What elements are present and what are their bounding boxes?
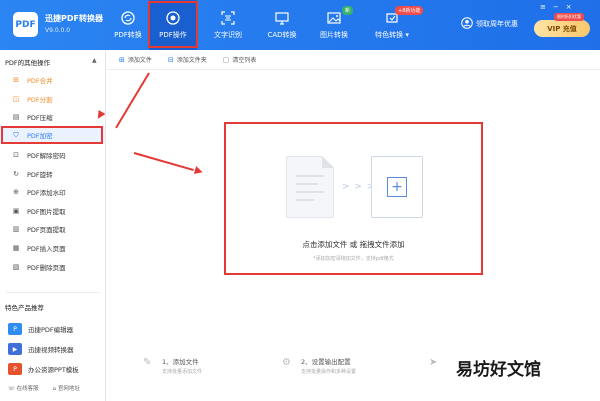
merge-icon: ⊞ bbox=[13, 76, 19, 84]
sidebar-item-pdf-image-extract[interactable]: ▣ PDF图片提取 bbox=[0, 203, 105, 219]
highlight-sidebar-box bbox=[1, 126, 103, 144]
pdf-editor-icon: P bbox=[8, 323, 22, 335]
watermark-icon: ⊕ bbox=[13, 188, 19, 196]
annotation-arrow-line bbox=[115, 72, 150, 129]
nav-ocr[interactable]: 文字识别 bbox=[207, 0, 249, 50]
delete-page-icon: ▧ bbox=[12, 263, 20, 271]
app-version: V9.0.0.0 bbox=[45, 27, 71, 34]
page-icon: ▥ bbox=[12, 225, 20, 233]
sidebar-item-pdf-rotate[interactable]: ↻ PDF旋转 bbox=[0, 166, 105, 182]
menu-icon[interactable]: ≡ bbox=[540, 3, 546, 11]
add-folder-button[interactable]: ⊟ 添加文件夹 bbox=[167, 55, 207, 65]
play-icon: ➤ bbox=[429, 357, 438, 368]
app-name: 迅捷PDF转换器 bbox=[45, 14, 103, 23]
add-target-icon: + bbox=[371, 156, 423, 218]
ppt-template-icon: P bbox=[8, 363, 22, 375]
sidebar-item-pdf-insert-page[interactable]: ▦ PDF插入页面 bbox=[0, 240, 105, 256]
add-folder-icon: ⊟ bbox=[167, 55, 174, 64]
step-output-settings: ⚙ 2、设置输出配置 支持批量操作和多种设置 bbox=[282, 357, 357, 375]
add-file-icon: ⊞ bbox=[119, 55, 125, 64]
compress-icon: ▤ bbox=[12, 113, 20, 121]
drop-zone-title: 点击添加文件 或 拖拽文件添加 bbox=[302, 240, 405, 249]
sidebar-item-pdf-compress[interactable]: ▤ PDF压缩 bbox=[0, 109, 105, 125]
vip-discount-tag: 限时折扣优惠 bbox=[554, 13, 584, 21]
nav-new-badge: 新 bbox=[342, 6, 354, 15]
document-icon bbox=[286, 156, 334, 218]
official-site-link[interactable]: ⌂ 官网地址 bbox=[53, 384, 80, 392]
rotate-icon: ↻ bbox=[13, 170, 19, 178]
chevron-down-icon: ▾ bbox=[405, 31, 409, 39]
video-converter-icon: ▶ bbox=[8, 343, 22, 355]
annotation-arrow-line-2 bbox=[133, 152, 194, 172]
add-file-button[interactable]: ⊞ 添加文件 bbox=[119, 55, 152, 65]
clear-list-button[interactable]: ▢ 清空列表 bbox=[222, 55, 257, 65]
pencil-icon: ✎ bbox=[143, 357, 152, 368]
lock-icon: ⊡ bbox=[13, 151, 19, 159]
highlight-nav-box bbox=[148, 1, 198, 48]
close-icon[interactable]: × bbox=[566, 3, 572, 11]
nav-cad-convert[interactable]: CAD转换 bbox=[262, 0, 302, 50]
trash-icon: ▢ bbox=[222, 55, 230, 64]
scan-text-icon bbox=[220, 10, 236, 26]
chevron-up-icon[interactable]: ▲ bbox=[92, 57, 97, 64]
file-drop-zone[interactable]: > > > + 点击添加文件 或 拖拽文件添加 *添加加密请拖加文件，支持pdf… bbox=[224, 122, 483, 275]
feature-video-converter[interactable]: ▶ 迅捷视频转换器 bbox=[0, 341, 105, 357]
plus-icon: + bbox=[387, 177, 407, 197]
window-controls: ≡ − × bbox=[540, 3, 572, 11]
user-icon bbox=[461, 17, 473, 31]
watermark-text: 易坊好文馆 bbox=[456, 360, 541, 380]
sidebar-item-pdf-merge[interactable]: ⊞ PDF合并 bbox=[0, 72, 105, 88]
picture-icon: ▣ bbox=[12, 207, 20, 215]
nav-feature-badge: +8新功能 bbox=[395, 6, 424, 15]
image-icon bbox=[326, 10, 342, 26]
features-header: 特色产品推荐 bbox=[5, 304, 44, 312]
step-start: ➤ bbox=[429, 356, 443, 370]
vip-recharge-button[interactable]: VIP 充值 bbox=[534, 20, 590, 37]
split-icon: ◫ bbox=[12, 95, 20, 103]
sidebar-item-pdf-split[interactable]: ◫ PDF分割 bbox=[0, 91, 105, 107]
annotation-arrow-head-2 bbox=[193, 166, 204, 177]
user-promo-link[interactable]: 领取周年优惠 bbox=[461, 17, 518, 31]
online-service-link[interactable]: ☏ 在线客服 bbox=[8, 384, 39, 392]
toolbar: ⊞ 添加文件 ⊟ 添加文件夹 ▢ 清空列表 bbox=[107, 50, 600, 70]
sidebar-item-pdf-unlock[interactable]: ⊡ PDF解除密码 bbox=[0, 147, 105, 163]
sidebar-bottom-links: ☏ 在线客服 ⌂ 官网地址 bbox=[8, 384, 80, 392]
top-bar: PDF 迅捷PDF转换器 V9.0.0.0 PDF转换 PDF操作 文字识别 C… bbox=[0, 0, 600, 50]
app-logo: PDF bbox=[13, 12, 38, 37]
feature-pdf-editor[interactable]: P 迅捷PDF编辑器 bbox=[0, 321, 105, 337]
sidebar-item-pdf-delete-page[interactable]: ▧ PDF删除页面 bbox=[0, 259, 105, 275]
gear-icon: ⚙ bbox=[282, 357, 291, 368]
monitor-icon bbox=[274, 10, 290, 26]
drop-zone-subtitle: *添加加密请拖加文件，支持pdf格式 bbox=[313, 256, 394, 262]
insert-icon: ▦ bbox=[12, 244, 20, 252]
sidebar-item-pdf-page-extract[interactable]: ▥ PDF页面提取 bbox=[0, 221, 105, 237]
sidebar-divider bbox=[6, 292, 100, 293]
nav-pdf-convert[interactable]: PDF转换 bbox=[108, 0, 148, 50]
sidebar-item-pdf-watermark[interactable]: ⊕ PDF添加水印 bbox=[0, 184, 105, 200]
feature-ppt-templates[interactable]: P 办公资源PPT模板 bbox=[0, 361, 105, 377]
minimize-icon[interactable]: − bbox=[553, 3, 559, 11]
step-add-file: ✎ 1、添加文件 支持批量添加文件 bbox=[143, 357, 203, 375]
refresh-icon bbox=[120, 10, 136, 26]
sidebar-header: PDF的其他操作 bbox=[5, 59, 51, 67]
